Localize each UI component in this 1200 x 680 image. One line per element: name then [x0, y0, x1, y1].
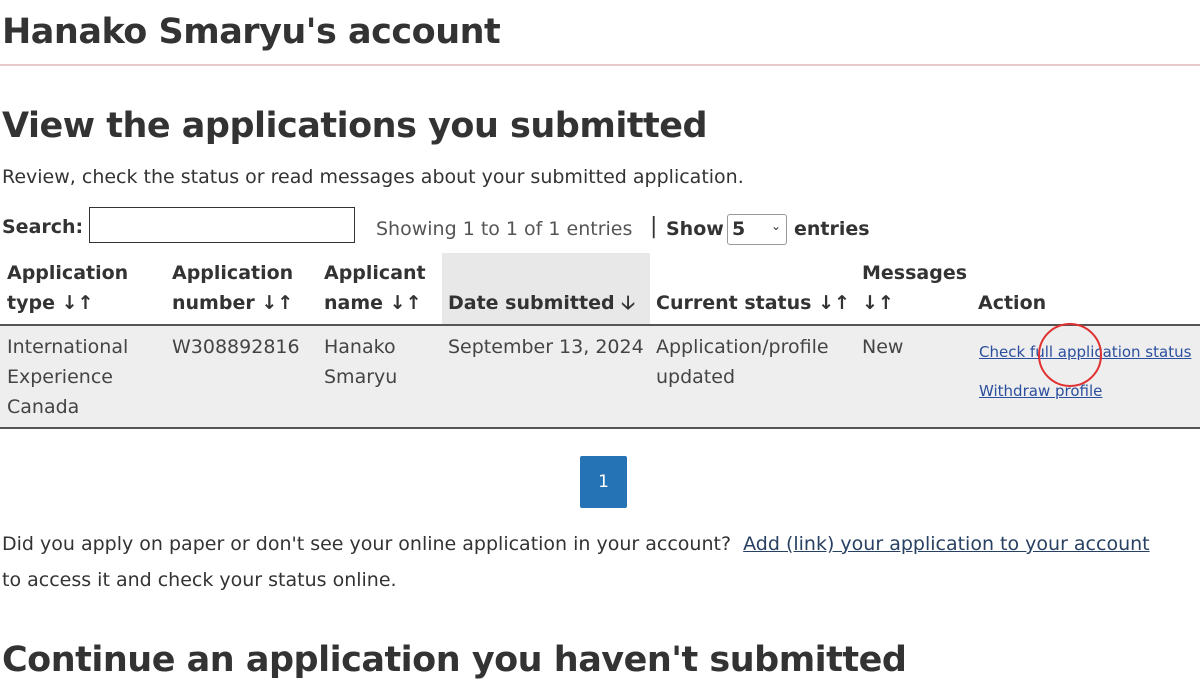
- cursor-highlight: [1038, 323, 1102, 387]
- entries-value: 5: [732, 218, 746, 240]
- separator: |: [650, 214, 658, 239]
- sort-icon: ↓↑: [389, 292, 422, 314]
- th-messages[interactable]: Messages ↓↑: [862, 258, 967, 318]
- search-label: Search:: [2, 216, 84, 238]
- page-1-button[interactable]: 1: [580, 456, 627, 508]
- cell-status: Application/profile updated: [656, 336, 829, 388]
- account-title: Hanako Smaryu's account: [2, 12, 501, 52]
- th-current-status[interactable]: Current status ↓↑: [656, 288, 850, 318]
- search-input[interactable]: [89, 207, 355, 243]
- cell-name: Hanako Smaryu: [324, 336, 398, 388]
- section-title: View the applications you submitted: [2, 106, 708, 146]
- cell-messages: New: [862, 336, 904, 358]
- sort-icon: ↓↑: [862, 292, 894, 314]
- th-date-submitted[interactable]: Date submitted 🡣: [448, 288, 635, 318]
- th-application-type[interactable]: Application type ↓↑: [7, 258, 128, 318]
- sort-desc-icon: 🡣: [621, 292, 635, 314]
- sort-icon: ↓↑: [818, 292, 850, 314]
- lead-text: Review, check the status or read message…: [2, 166, 744, 188]
- table-info: Showing 1 to 1 of 1 entries: [376, 218, 633, 240]
- next-section-title: Continue an application you haven't subm…: [2, 640, 907, 680]
- add-application-link[interactable]: Add (link) your application to your acco…: [743, 533, 1149, 555]
- th-application-number[interactable]: Application number ↓↑: [172, 258, 293, 318]
- cell-date: September 13, 2024: [448, 336, 644, 358]
- entries-label: entries: [794, 218, 870, 240]
- help-text: Did you apply on paper or don't see your…: [2, 533, 1150, 591]
- th-action: Action: [978, 292, 1047, 314]
- sort-icon: ↓↑: [61, 292, 94, 314]
- show-label: Show: [666, 218, 724, 240]
- cell-number: W308892816: [172, 336, 300, 358]
- th-applicant-name[interactable]: Applicant name ↓↑: [324, 258, 426, 318]
- entries-select[interactable]: 5 ⌄: [727, 214, 787, 245]
- withdraw-profile-link[interactable]: Withdraw profile: [979, 382, 1102, 400]
- sort-icon: ↓↑: [261, 292, 294, 314]
- table-header-border: [0, 324, 1200, 326]
- chevron-down-icon: ⌄: [770, 219, 781, 233]
- table-bottom-border: [0, 427, 1200, 429]
- divider: [0, 64, 1200, 66]
- cell-type: International Experience Canada: [7, 336, 129, 418]
